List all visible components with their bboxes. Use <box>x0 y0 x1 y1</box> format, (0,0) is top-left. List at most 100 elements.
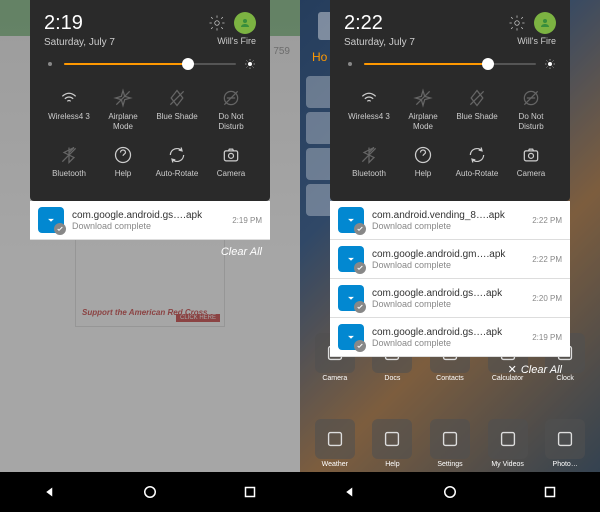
qs-label: Auto-Rotate <box>156 169 199 187</box>
app-icon <box>315 419 355 459</box>
qs-wifi[interactable]: Wireless4 3 <box>44 84 94 135</box>
status-date: Saturday, July 7 <box>344 37 415 48</box>
app-row-2: Weather Help Settings My Videos Photo… <box>300 419 600 468</box>
gear-icon[interactable] <box>208 14 226 32</box>
quick-settings-grid: Wireless4 3Airplane Mode Blue Shade Do Not… <box>44 84 256 191</box>
status-time: 2:19 <box>44 12 115 35</box>
app-label: Settings <box>437 461 462 468</box>
notification[interactable]: com.google.android.gm….apkDownload compl… <box>330 240 570 279</box>
notif-title: com.google.android.gs….apk <box>72 210 224 221</box>
brightness-slider[interactable] <box>44 58 256 70</box>
qs-camera[interactable]: Camera <box>206 141 256 191</box>
qs-label: Bluetooth <box>352 169 386 187</box>
notification-shade[interactable]: 2:19 Saturday, July 7 Will's Fire Wirele… <box>30 0 270 264</box>
app-my-videos[interactable]: My Videos <box>481 419 535 468</box>
qs-wifi[interactable]: Wireless4 3 <box>344 84 394 135</box>
back-icon[interactable] <box>341 483 359 501</box>
clear-all[interactable]: ✕Clear All <box>330 357 570 382</box>
dnd-icon <box>221 88 241 108</box>
app-photo-[interactable]: Photo… <box>538 419 592 468</box>
home-icon[interactable] <box>141 483 159 501</box>
notif-time: 2:22 PM <box>532 255 562 264</box>
right-device: Ho CameraDocsContactsCalculatorClock Wea… <box>300 0 600 512</box>
back-icon[interactable] <box>41 483 59 501</box>
nav-bar <box>300 472 600 512</box>
qs-help[interactable]: Help <box>98 141 148 191</box>
help-icon <box>113 145 133 165</box>
rotate-icon <box>167 145 187 165</box>
notif-time: 2:19 PM <box>232 216 262 225</box>
download-icon <box>338 285 364 311</box>
qs-label: Airplane Mode <box>98 112 148 131</box>
qs-label: Do Not Disturb <box>506 112 556 131</box>
gear-icon[interactable] <box>508 14 526 32</box>
qs-rotate[interactable]: Auto-Rotate <box>152 141 202 191</box>
qs-bluetooth[interactable]: Bluetooth <box>44 141 94 191</box>
home-tab-label[interactable]: Ho <box>312 50 327 64</box>
notification-shade[interactable]: 2:22 Saturday, July 7 Will's Fire Wirele… <box>330 0 570 382</box>
bluetooth-icon <box>59 145 79 165</box>
qs-camera[interactable]: Camera <box>506 141 556 191</box>
quick-settings-panel: 2:19 Saturday, July 7 Will's Fire Wirele… <box>30 0 270 201</box>
qs-label: Auto-Rotate <box>456 169 499 187</box>
app-label: Help <box>385 461 399 468</box>
qs-label: Blue Shade <box>156 112 197 130</box>
avatar[interactable] <box>234 12 256 34</box>
recents-icon[interactable] <box>241 483 259 501</box>
download-icon <box>338 246 364 272</box>
quick-settings-panel: 2:22 Saturday, July 7 Will's Fire Wirele… <box>330 0 570 201</box>
app-icon <box>545 419 585 459</box>
status-date: Saturday, July 7 <box>44 37 115 48</box>
clear-all[interactable]: Clear All <box>30 240 270 264</box>
home-icon[interactable] <box>441 483 459 501</box>
nav-bar <box>0 472 300 512</box>
check-badge-icon <box>54 223 66 235</box>
qs-label: Help <box>415 169 431 187</box>
qs-airplane[interactable]: Airplane Mode <box>98 84 148 135</box>
notif-title: com.google.android.gm….apk <box>372 249 524 260</box>
help-icon <box>413 145 433 165</box>
qs-blueshade[interactable]: Blue Shade <box>152 84 202 135</box>
app-weather[interactable]: Weather <box>308 419 362 468</box>
qs-dnd[interactable]: Do Not Disturb <box>506 84 556 135</box>
qs-help[interactable]: Help <box>398 141 448 191</box>
notif-time: 2:22 PM <box>532 216 562 225</box>
notif-subtitle: Download complete <box>372 221 524 231</box>
qs-blueshade[interactable]: Blue Shade <box>452 84 502 135</box>
qs-airplane[interactable]: Airplane Mode <box>398 84 448 135</box>
brightness-slider[interactable] <box>344 58 556 70</box>
qs-label: Wireless4 3 <box>348 112 390 130</box>
app-label: Photo… <box>553 461 578 468</box>
left-device: 759 Support the American Red Cross CLICK… <box>0 0 300 512</box>
brightness-high-icon <box>244 58 256 70</box>
notif-time: 2:20 PM <box>532 294 562 303</box>
qs-bluetooth[interactable]: Bluetooth <box>344 141 394 191</box>
qs-rotate[interactable]: Auto-Rotate <box>452 141 502 191</box>
notif-title: com.google.android.gs….apk <box>372 288 524 299</box>
user-name: Will's Fire <box>508 36 556 46</box>
notification[interactable]: com.google.android.gs….apkDownload compl… <box>330 318 570 357</box>
qs-dnd[interactable]: Do Not Disturb <box>206 84 256 135</box>
user-name: Will's Fire <box>208 36 256 46</box>
check-badge-icon <box>354 301 366 313</box>
download-icon <box>38 207 64 233</box>
notification[interactable]: com.google.android.gs….apkDownload compl… <box>330 279 570 318</box>
avatar[interactable] <box>534 12 556 34</box>
notification[interactable]: com.google.android.gs….apkDownload compl… <box>30 201 270 240</box>
app-help[interactable]: Help <box>366 419 420 468</box>
app-label: Weather <box>322 461 348 468</box>
qs-label: Help <box>115 169 131 187</box>
qs-label: Do Not Disturb <box>206 112 256 131</box>
qs-label: Bluetooth <box>52 169 86 187</box>
notif-subtitle: Download complete <box>372 338 524 348</box>
blueshade-icon <box>467 88 487 108</box>
app-icon <box>488 419 528 459</box>
qs-label: Airplane Mode <box>398 112 448 131</box>
download-icon <box>338 324 364 350</box>
status-time: 2:22 <box>344 12 415 35</box>
wifi-icon <box>59 88 79 108</box>
app-settings[interactable]: Settings <box>423 419 477 468</box>
qs-label: Camera <box>217 169 245 187</box>
recents-icon[interactable] <box>541 483 559 501</box>
notification[interactable]: com.android.vending_8….apkDownload compl… <box>330 201 570 240</box>
